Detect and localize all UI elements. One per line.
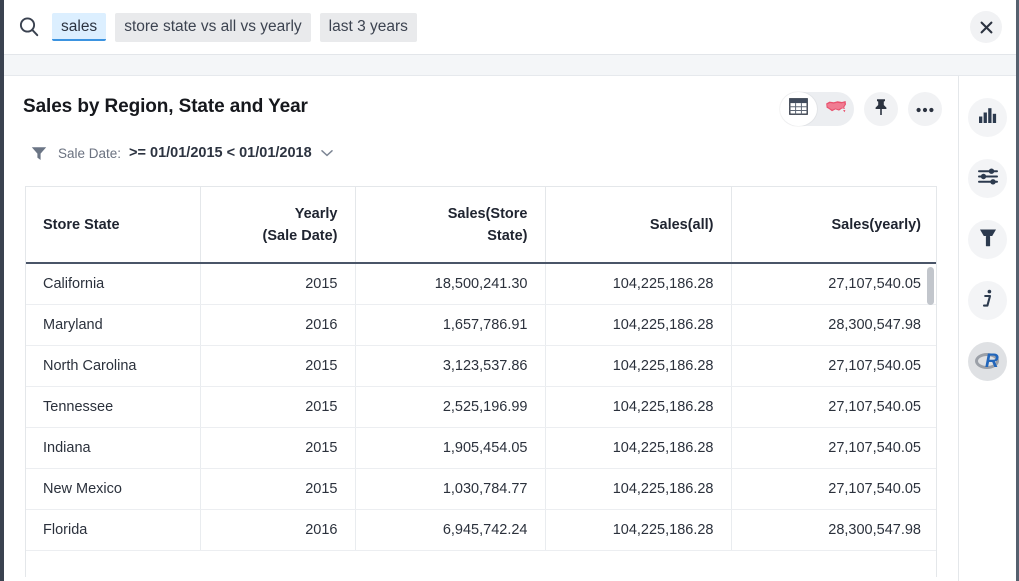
- pin-icon: [873, 98, 889, 121]
- cell-sales-all: 104,225,186.28: [545, 263, 732, 305]
- search-token-timerange[interactable]: last 3 years: [319, 12, 417, 42]
- cell-sales-store-state: 6,945,742.24: [355, 509, 546, 551]
- more-button[interactable]: [908, 92, 942, 126]
- table-header-row: Store State Yearly (Sale Date) Sales(Sto…: [26, 187, 936, 264]
- data-table: Store State Yearly (Sale Date) Sales(Sto…: [26, 187, 936, 551]
- funnel-icon: [979, 228, 997, 252]
- filter-label: Sale Date:: [58, 145, 122, 161]
- cell-yearly: 2015: [200, 468, 356, 510]
- table-icon: [789, 98, 808, 120]
- cell-yearly: 2016: [200, 509, 356, 551]
- table-vertical-scrollbar[interactable]: [927, 267, 934, 305]
- cell-sales-all: 104,225,186.28: [545, 427, 732, 469]
- column-header-store-state[interactable]: Store State: [26, 187, 201, 264]
- chevron-down-icon[interactable]: [320, 149, 333, 157]
- cell-sales-all: 104,225,186.28: [545, 468, 732, 510]
- search-token-list[interactable]: sales store state vs all vs yearly last …: [52, 12, 958, 42]
- cell-sales-all: 104,225,186.28: [545, 386, 732, 428]
- cell-sales-store-state: 1,905,454.05: [355, 427, 546, 469]
- cell-sales-yearly: 27,107,540.05: [731, 468, 936, 510]
- table-body: California 2015 18,500,241.30 104,225,18…: [26, 263, 936, 551]
- cell-sales-all: 104,225,186.28: [545, 345, 732, 387]
- cell-sales-store-state: 1,657,786.91: [355, 304, 546, 346]
- toolbar-strip: [4, 54, 1016, 76]
- cell-sales-yearly: 27,107,540.05: [731, 386, 936, 428]
- cell-store-state: Maryland: [26, 304, 201, 346]
- visualization-toggle[interactable]: [780, 92, 854, 126]
- header-line: Sales(yearly): [831, 216, 921, 233]
- cell-store-state: Tennessee: [26, 386, 201, 428]
- column-header-yearly[interactable]: Yearly (Sale Date): [200, 187, 356, 264]
- r-logo-icon: R: [968, 342, 1007, 381]
- sidebar-item-filters[interactable]: [968, 220, 1007, 259]
- table-row[interactable]: Maryland 2016 1,657,786.91 104,225,186.2…: [26, 304, 936, 346]
- page-title: Sales by Region, State and Year: [23, 96, 308, 117]
- table-row[interactable]: Indiana 2015 1,905,454.05 104,225,186.28…: [26, 427, 936, 469]
- chart-icon: [978, 107, 997, 129]
- header-line: State): [487, 227, 528, 244]
- sidebar-item-r-console[interactable]: R: [968, 342, 1007, 381]
- column-header-sales-yearly[interactable]: Sales(yearly): [731, 187, 936, 264]
- cell-yearly: 2015: [200, 386, 356, 428]
- table-view-toggle[interactable]: [780, 92, 817, 126]
- main-content: Sales by Region, State and Year Sale Dat…: [4, 76, 958, 581]
- info-icon: [982, 289, 994, 313]
- header-line: (Sale Date): [262, 227, 338, 244]
- cell-store-state: Indiana: [26, 427, 201, 469]
- app-root: sales store state vs all vs yearly last …: [0, 0, 1019, 581]
- card-header-actions: [780, 92, 942, 126]
- cell-sales-yearly: 28,300,547.98: [731, 509, 936, 551]
- cell-sales-yearly: 27,107,540.05: [731, 345, 936, 387]
- cell-yearly: 2016: [200, 304, 356, 346]
- cell-yearly: 2015: [200, 345, 356, 387]
- table-row[interactable]: Tennessee 2015 2,525,196.99 104,225,186.…: [26, 386, 936, 428]
- cell-sales-store-state: 18,500,241.30: [355, 263, 546, 305]
- pin-button[interactable]: [864, 92, 898, 126]
- filter-icon: [31, 146, 47, 161]
- cell-sales-yearly: 28,300,547.98: [731, 304, 936, 346]
- filter-value[interactable]: >= 01/01/2015 < 01/01/2018: [129, 145, 312, 161]
- filter-row[interactable]: Sale Date: >= 01/01/2015 < 01/01/2018: [4, 136, 958, 170]
- cell-yearly: 2015: [200, 427, 356, 469]
- table-row[interactable]: California 2015 18,500,241.30 104,225,18…: [26, 263, 936, 305]
- cell-store-state: New Mexico: [26, 468, 201, 510]
- data-table-container[interactable]: Store State Yearly (Sale Date) Sales(Sto…: [25, 186, 937, 577]
- ellipsis-icon: [916, 100, 934, 118]
- sidebar-item-settings[interactable]: [968, 159, 1007, 198]
- header-line: Sales(all): [649, 216, 714, 233]
- close-button[interactable]: [970, 11, 1002, 43]
- cell-sales-yearly: 27,107,540.05: [731, 427, 936, 469]
- header-line: Yearly: [294, 205, 338, 222]
- cell-sales-store-state: 3,123,537.86: [355, 345, 546, 387]
- r-logo-label: R: [985, 351, 999, 372]
- search-token-sales[interactable]: sales: [52, 12, 107, 42]
- cell-sales-store-state: 2,525,196.99: [355, 386, 546, 428]
- search-token-comparison[interactable]: store state vs all vs yearly: [115, 12, 311, 42]
- cell-sales-all: 104,225,186.28: [545, 509, 732, 551]
- cell-store-state: California: [26, 263, 201, 305]
- header-line: Store State: [43, 216, 120, 233]
- cell-store-state: North Carolina: [26, 345, 201, 387]
- table-row[interactable]: Florida 2016 6,945,742.24 104,225,186.28…: [26, 509, 936, 551]
- map-view-toggle[interactable]: [817, 92, 854, 126]
- column-header-sales-store-state[interactable]: Sales(Store State): [355, 187, 546, 264]
- map-icon: [825, 99, 847, 119]
- card-header: Sales by Region, State and Year: [4, 76, 958, 138]
- right-sidebar: R: [958, 76, 1016, 581]
- cell-sales-store-state: 1,030,784.77: [355, 468, 546, 510]
- table-row[interactable]: North Carolina 2015 3,123,537.86 104,225…: [26, 345, 936, 387]
- search-bar[interactable]: sales store state vs all vs yearly last …: [4, 0, 1016, 54]
- cell-sales-yearly: 27,107,540.05: [731, 263, 936, 305]
- header-line: Sales(Store: [447, 205, 528, 222]
- sliders-icon: [977, 168, 998, 190]
- sidebar-item-chart[interactable]: [968, 98, 1007, 137]
- column-header-sales-all[interactable]: Sales(all): [545, 187, 732, 264]
- table-row[interactable]: New Mexico 2015 1,030,784.77 104,225,186…: [26, 468, 936, 510]
- search-icon: [16, 14, 42, 40]
- cell-sales-all: 104,225,186.28: [545, 304, 732, 346]
- sidebar-item-info[interactable]: [968, 281, 1007, 320]
- cell-store-state: Florida: [26, 509, 201, 551]
- cell-yearly: 2015: [200, 263, 356, 305]
